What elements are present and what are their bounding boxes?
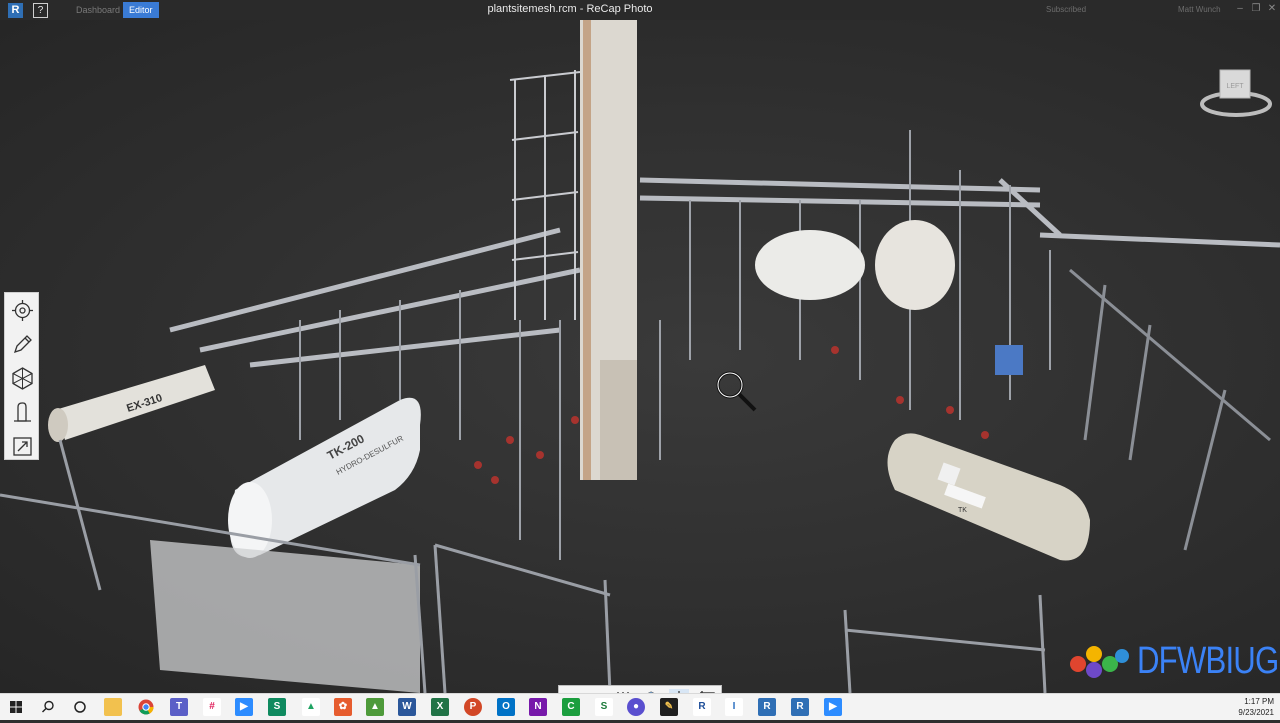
close-icon[interactable]: ✕ xyxy=(1266,3,1278,15)
tank-tk200: TK-200 HYDRO-DESULFUR xyxy=(228,397,421,558)
teams-icon[interactable]: T xyxy=(170,698,188,716)
minimize-icon[interactable]: – xyxy=(1234,3,1246,15)
title-bar: R ? Dashboard Editor plantsitemesh.rcm -… xyxy=(0,0,1280,20)
r-app-icon[interactable]: ✿ xyxy=(334,698,352,716)
clock-time: 1:17 PM xyxy=(1244,697,1274,706)
system-clock[interactable]: 1:17 PM 9/23/2021 xyxy=(1238,696,1274,718)
exchanger-ex310: EX-310 xyxy=(48,365,215,442)
map-app-icon[interactable]: ▲ xyxy=(366,698,384,716)
windows-icon[interactable] xyxy=(7,698,25,716)
notes-icon[interactable]: ✎ xyxy=(660,698,678,716)
s2-app-icon[interactable]: S xyxy=(595,698,613,716)
task-view-icon[interactable] xyxy=(71,698,89,716)
bottom-toolbar xyxy=(558,685,722,693)
tank-label-right: TK xyxy=(958,507,967,514)
outlook-icon[interactable]: O xyxy=(497,698,515,716)
i-app-icon[interactable]: I xyxy=(725,698,743,716)
zoom-cursor-icon xyxy=(716,371,757,412)
3d-viewport[interactable]: TK-200 HYDRO-DESULFUR EX-310 TK LEFT DFW… xyxy=(0,20,1280,693)
chrome-icon[interactable] xyxy=(137,698,155,716)
left-toolbar xyxy=(4,292,39,460)
clock-date: 9/23/2021 xyxy=(1238,708,1274,717)
fence-right xyxy=(1069,268,1271,551)
word-icon[interactable]: W xyxy=(398,698,416,716)
vpn-icon[interactable]: ● xyxy=(627,698,645,716)
brand-text: DFWBIUG xyxy=(1137,640,1279,682)
zoom-icon[interactable]: ▶ xyxy=(235,698,253,716)
mesh-icon[interactable] xyxy=(9,365,36,392)
pencil-icon[interactable] xyxy=(9,331,36,358)
search-icon[interactable] xyxy=(39,698,57,716)
export-icon[interactable] xyxy=(9,433,36,460)
windows-taskbar: T # ▶ S ▲ ✿ ▲ W X P O N C S ● ✎ R I R R … xyxy=(0,693,1280,720)
measure-icon[interactable] xyxy=(9,399,36,426)
file-explorer-icon[interactable] xyxy=(104,698,122,716)
user-name[interactable]: Matt Wunch xyxy=(1178,5,1221,14)
view-cube[interactable]: LEFT xyxy=(1196,64,1276,122)
tank-mid-1 xyxy=(755,230,865,300)
c-app-icon[interactable]: C xyxy=(562,698,580,716)
recap-icon[interactable]: R xyxy=(758,698,776,716)
plant-mesh-scene: TK-200 HYDRO-DESULFUR EX-310 TK xyxy=(0,20,1280,693)
restore-icon[interactable]: ❐ xyxy=(1250,3,1262,15)
fence-front xyxy=(0,439,1047,693)
google-drive-icon[interactable]: ▲ xyxy=(302,698,320,716)
tank-mid-2 xyxy=(875,220,955,310)
onenote-icon[interactable]: N xyxy=(529,698,547,716)
recap-photo-window: R ? Dashboard Editor plantsitemesh.rcm -… xyxy=(0,0,1280,720)
settings-icon[interactable] xyxy=(9,297,36,324)
zoom2-icon[interactable]: ▶ xyxy=(824,698,842,716)
revit-icon[interactable]: R xyxy=(693,698,711,716)
slack-icon[interactable]: # xyxy=(203,698,221,716)
viewcube-face-label: LEFT xyxy=(1226,83,1244,90)
window-title: plantsitemesh.rcm - ReCap Photo xyxy=(487,3,653,15)
pipe-rack xyxy=(169,177,1280,368)
recap-pro-icon[interactable]: R xyxy=(791,698,809,716)
blue-drum xyxy=(995,345,1023,375)
s-app-icon[interactable]: S xyxy=(268,698,286,716)
powerpoint-icon[interactable]: P xyxy=(464,698,482,716)
subscription-status: Subscribed xyxy=(1046,5,1087,14)
tank-right: TK xyxy=(887,433,1090,561)
excel-icon[interactable]: X xyxy=(431,698,449,716)
